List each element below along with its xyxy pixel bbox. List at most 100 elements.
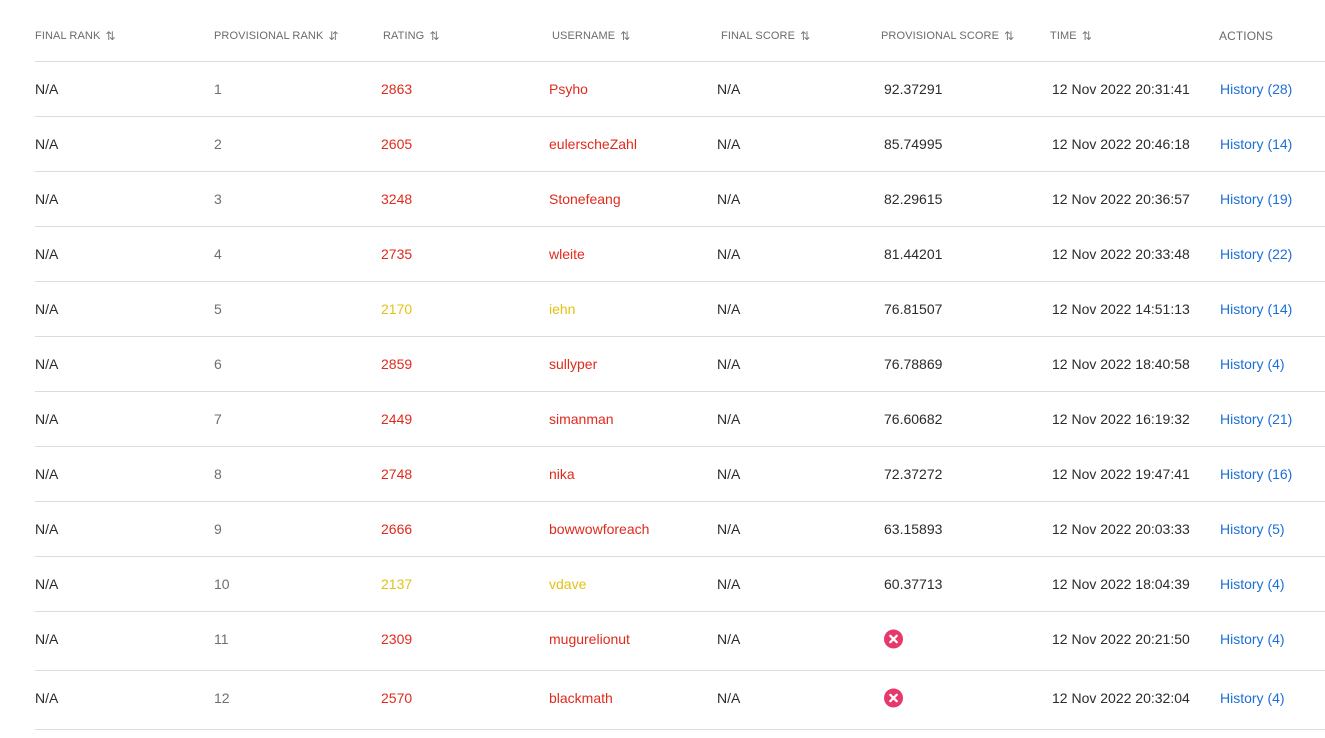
username-link[interactable]: simanman [549,411,614,427]
history-link[interactable]: History (21) [1220,411,1292,427]
time-cell: 12 Nov 2022 18:04:39 [1052,576,1190,592]
final-score-cell: N/A [717,81,741,97]
rating-cell: 2735 [381,246,413,262]
column-header-final-rank[interactable]: FINAL RANK ⇅ [35,29,116,43]
sort-icon[interactable]: ⇅ [620,29,630,43]
final-score-cell: N/A [717,246,741,262]
provisional-score-cell: 60.37713 [884,576,943,592]
time-cell: 12 Nov 2022 20:46:18 [1052,136,1190,152]
rating-cell: 2666 [381,521,413,537]
rating-cell: 2748 [381,466,413,482]
history-link[interactable]: History (19) [1220,191,1292,207]
column-header-label: FINAL RANK [35,30,101,42]
provisional-score-cell: 85.74995 [884,136,943,152]
final-score-cell: N/A [717,690,741,706]
column-header-time[interactable]: TIME ⇅ [1050,29,1092,43]
history-link[interactable]: History (4) [1220,576,1285,592]
provisional-score-cell: 76.60682 [884,411,943,427]
username-link[interactable]: wleite [549,246,585,262]
final-score-cell: N/A [717,301,741,317]
username-link[interactable]: sullyper [549,356,597,372]
username-link[interactable]: Stonefeang [549,191,621,207]
row-divider [35,336,1325,337]
header-divider [35,61,1325,62]
row-divider [35,611,1325,612]
username-link[interactable]: nika [549,466,575,482]
rating-cell: 3248 [381,191,413,207]
provisional-rank-cell: 11 [214,631,229,647]
history-link[interactable]: History (4) [1220,690,1285,706]
time-cell: 12 Nov 2022 20:36:57 [1052,191,1190,207]
time-cell: 12 Nov 2022 14:51:13 [1052,301,1190,317]
time-cell: 12 Nov 2022 19:47:41 [1052,466,1190,482]
column-header-actions: ACTIONS [1219,29,1273,43]
column-header-label: FINAL SCORE [721,30,796,42]
rating-cell: 2570 [381,690,413,706]
history-link[interactable]: History (4) [1220,631,1285,647]
final-rank-cell: N/A [35,466,59,482]
rating-cell: 2449 [381,411,413,427]
final-rank-cell: N/A [35,191,59,207]
provisional-rank-cell: 8 [214,466,222,482]
provisional-score-cell: 92.37291 [884,81,943,97]
username-link[interactable]: bowwowforeach [549,521,649,537]
time-cell: 12 Nov 2022 20:21:50 [1052,631,1190,647]
provisional-rank-cell: 3 [214,191,222,207]
sort-icon[interactable]: ⇅ [1082,29,1092,43]
username-link[interactable]: eulerscheZahl [549,136,637,152]
history-link[interactable]: History (5) [1220,521,1285,537]
final-score-cell: N/A [717,411,741,427]
row-divider [35,556,1325,557]
sort-icon[interactable]: ⇅ [800,29,810,43]
time-cell: 12 Nov 2022 20:03:33 [1052,521,1190,537]
column-header-provisional-score[interactable]: PROVISIONAL SCORE ⇅ [881,29,1014,43]
row-divider [35,729,1325,730]
column-header-label: PROVISIONAL RANK [214,30,324,42]
history-link[interactable]: History (16) [1220,466,1292,482]
sort-icon[interactable]: ⇵ [328,29,338,43]
provisional-rank-cell: 2 [214,136,222,152]
final-score-cell: N/A [717,356,741,372]
history-link[interactable]: History (4) [1220,356,1285,372]
history-link[interactable]: History (22) [1220,246,1292,262]
column-header-username[interactable]: USERNAME ⇅ [552,29,630,43]
row-divider [35,226,1325,227]
username-link[interactable]: mugurelionut [549,631,630,647]
time-cell: 12 Nov 2022 20:33:48 [1052,246,1190,262]
table-header: FINAL RANK ⇅ PROVISIONAL RANK ⇵ RATING ⇅… [0,0,1325,62]
leaderboard-page: FINAL RANK ⇅ PROVISIONAL RANK ⇵ RATING ⇅… [0,0,1325,738]
username-link[interactable]: vdave [549,576,586,592]
column-header-rating[interactable]: RATING ⇅ [383,29,440,43]
rating-cell: 2863 [381,81,413,97]
row-divider [35,670,1325,671]
final-score-cell: N/A [717,466,741,482]
username-link[interactable]: blackmath [549,690,613,706]
sort-icon[interactable]: ⇅ [429,29,439,43]
provisional-score-cell: 76.81507 [884,301,943,317]
column-header-label: TIME [1050,30,1077,42]
column-header-label: PROVISIONAL SCORE [881,30,1000,42]
final-rank-cell: N/A [35,356,59,372]
provisional-rank-cell: 1 [214,81,222,97]
history-link[interactable]: History (28) [1220,81,1292,97]
history-link[interactable]: History (14) [1220,136,1292,152]
final-rank-cell: N/A [35,246,59,262]
username-link[interactable]: Psyho [549,81,588,97]
provisional-rank-cell: 5 [214,301,222,317]
column-header-provisional-rank[interactable]: PROVISIONAL RANK ⇵ [214,29,339,43]
time-cell: 12 Nov 2022 20:31:41 [1052,81,1190,97]
row-divider [35,281,1325,282]
final-rank-cell: N/A [35,81,59,97]
provisional-rank-cell: 12 [214,690,230,706]
sort-icon[interactable]: ⇅ [105,29,115,43]
final-rank-cell: N/A [35,631,59,647]
username-link[interactable]: iehn [549,301,575,317]
sort-icon[interactable]: ⇅ [1004,29,1014,43]
final-score-cell: N/A [717,576,741,592]
final-rank-cell: N/A [35,690,59,706]
error-x-icon [884,688,903,708]
history-link[interactable]: History (14) [1220,301,1292,317]
rating-cell: 2859 [381,356,413,372]
final-rank-cell: N/A [35,411,59,427]
column-header-final-score[interactable]: FINAL SCORE ⇅ [721,29,810,43]
